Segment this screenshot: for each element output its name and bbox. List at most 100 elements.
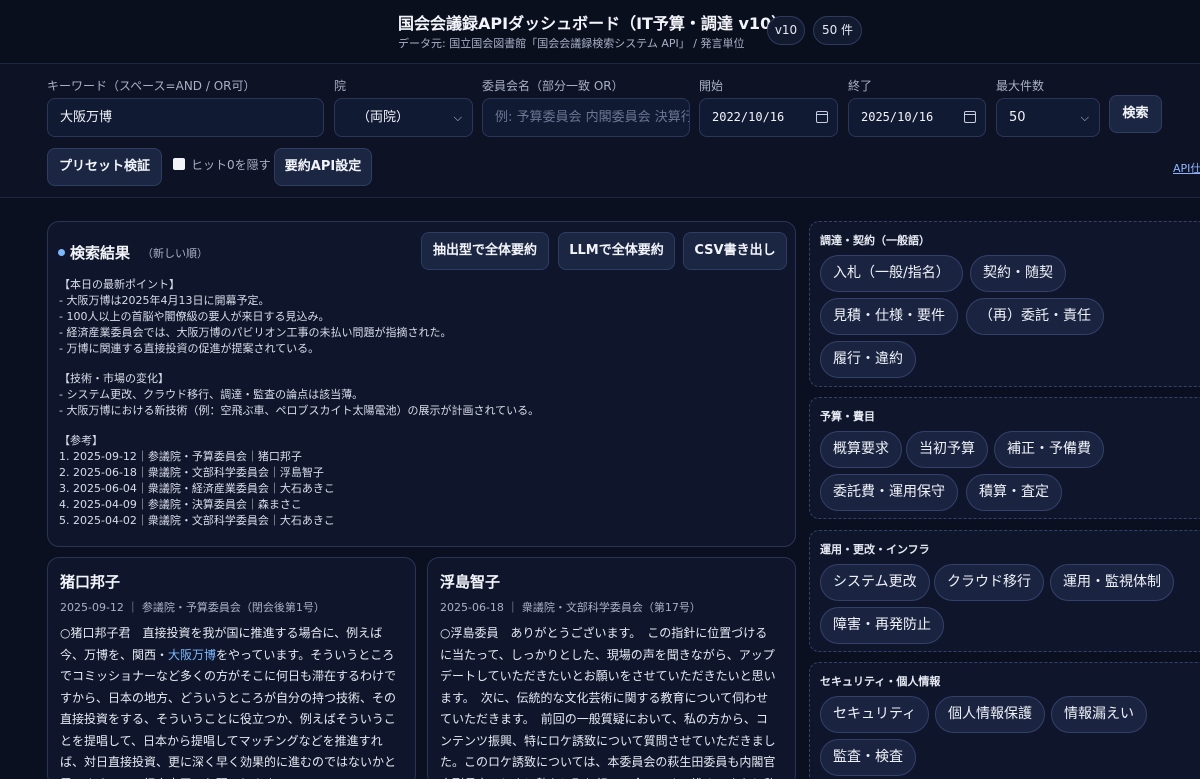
calendar-icon[interactable] <box>816 111 828 123</box>
category-chip[interactable]: 情報漏えい <box>1051 696 1147 733</box>
category-chip[interactable]: システム更改 <box>820 564 930 601</box>
llm-summary-button[interactable]: LLMで全体要約 <box>558 232 675 270</box>
speech-line: すから、日本の地方、どういうところが自分の持つ技術、その <box>60 688 406 710</box>
speech-text: た。このロケ誘致については、本委員会の萩生田委員も内閣官 <box>440 755 776 769</box>
category-chip[interactable]: 委託費・運用保守 <box>820 474 958 511</box>
results-panel: 検索結果 （新しい順） 抽出型で全体要約 LLMで全体要約 CSV書き出し 【本… <box>47 221 796 547</box>
house-label: 院 <box>334 79 347 93</box>
version-badge: v10 <box>767 16 805 45</box>
speech-line: 思いますので、経産大臣、お願いします。 <box>60 774 406 779</box>
summary-line: 2. 2025-06-18｜衆議院・文部科学委員会｜浮島智子 <box>59 466 324 479</box>
speech-text: 直接投資をする、そういうことに役立つか、例えばそういうこ <box>60 712 396 726</box>
speech-text: でコミッショナーなど多くの方がそこに何日も滞在するわけで <box>60 669 397 683</box>
start-date-label: 開始 <box>699 79 724 93</box>
keyword-input[interactable]: 大阪万博 <box>47 98 324 137</box>
max-count-label: 最大件数 <box>996 79 1045 93</box>
speech-line: デートしていただきたいとお願いをさせていただきたいと思い <box>440 666 786 688</box>
keyword-label: キーワード（スペース=AND / OR可） <box>47 79 256 93</box>
category-title: 運用・更改・インフラ <box>820 543 930 556</box>
status-dot <box>58 249 65 256</box>
speech-line: 房副長官のときに熱心に取り組み、今ここまで進んできたと私 <box>440 774 786 779</box>
house-select[interactable]: （両院） ⌵ <box>334 98 473 137</box>
chevron-down-icon: ⌵ <box>453 111 462 124</box>
speech-body: ○浮島委員 ありがとうございます。 この指針に位置づける に当たって、しっかりとし… <box>440 623 786 779</box>
max-count-value: 50 <box>1009 110 1026 125</box>
category-chip[interactable]: セキュリティ <box>820 696 930 733</box>
summary-line: 【技術・市場の変化】 <box>59 372 169 385</box>
category-chip[interactable]: 当初予算 <box>906 431 988 468</box>
category-panel: セキュリティ・個人情報 セキュリティ 個人情報保護 情報漏えい監査・検査 <box>809 662 1200 779</box>
speech-meta: 2025-09-12 ｜ 参議院・予算委員会（閉会後第1号） <box>60 601 325 614</box>
summary-line: 3. 2025-06-04｜衆議院・経済産業委員会｜大石あきこ <box>59 482 335 495</box>
search-button[interactable]: 検索 <box>1109 95 1162 133</box>
results-order: （新しい順） <box>142 247 208 260</box>
end-date-input[interactable]: 2025/10/16 <box>848 98 986 137</box>
preset-verify-button[interactable]: プリセット検証 <box>47 148 162 186</box>
speech-line: た。このロケ誘致については、本委員会の萩生田委員も内閣官 <box>440 752 786 774</box>
summary-line: - システム更改、クラウド移行、調達・監査の論点は該当薄。 <box>59 388 364 401</box>
summary-line: 5. 2025-04-02｜衆議院・文部科学委員会｜大石あきこ <box>59 514 335 527</box>
speech-body: ○猪口邦子君 直接投資を我が国に推進する場合に、例えば 今、万博を、関西・大阪万博… <box>60 623 406 779</box>
end-date-label: 終了 <box>848 79 873 93</box>
category-chip[interactable]: 障害・再発防止 <box>820 607 944 644</box>
summary-line: 1. 2025-09-12｜参議院・予算委員会｜猪口邦子 <box>59 450 302 463</box>
summary-text: 【本日の最新ポイント】 - 大阪万博は2025年4月13日に開幕予定。 - 100人… <box>59 277 779 529</box>
committee-label: 委員会名（部分一致 OR） <box>482 79 624 93</box>
speech-line: ます。 次に、伝統的な文化芸術に関する教育について伺わせ <box>440 688 786 710</box>
summary-line: 【本日の最新ポイント】 <box>59 278 180 291</box>
category-panel: 調達・契約（一般語） 入札（一般/指名） 契約・随契 見積・仕様・要件 （再）委託・責… <box>809 221 1200 387</box>
speech-line: ○猪口邦子君 直接投資を我が国に推進する場合に、例えば <box>60 623 406 645</box>
checkbox-box[interactable] <box>173 158 185 170</box>
speech-line: ○浮島委員 ありがとうございます。 この指針に位置づける <box>440 623 786 645</box>
hide-zero-label: ヒット0を隠す <box>191 158 271 172</box>
speech-text: ば、対日直接投資、更に深く早く効果的に進むのではないかと <box>60 755 397 769</box>
category-chip[interactable]: 運用・監視体制 <box>1050 564 1174 601</box>
calendar-icon[interactable] <box>964 111 976 123</box>
committee-input[interactable]: 例: 予算委員会 内閣委員会 決算行 <box>482 98 690 137</box>
summary-api-settings-button[interactable]: 要約API設定 <box>274 148 372 186</box>
category-title: セキュリティ・個人情報 <box>820 675 941 688</box>
category-chip[interactable]: 契約・随契 <box>970 255 1066 292</box>
speech-card: 猪口邦子 2025-09-12 ｜ 参議院・予算委員会（閉会後第1号） ○猪口邦… <box>47 557 416 779</box>
summary-line: - 大阪万博は2025年4月13日に開幕予定。 <box>59 294 270 307</box>
category-chip[interactable]: 履行・違約 <box>820 341 916 378</box>
speech-line: ンテンツ振興、特にロケ誘致について質問させていただきまし <box>440 731 786 753</box>
keyword-highlight: 大阪万博 <box>168 647 217 662</box>
summary-line: 【参考】 <box>59 434 103 447</box>
speech-text: をやっています。そういうところ <box>216 647 395 662</box>
category-chip[interactable]: 監査・検査 <box>820 739 916 776</box>
api-spec-link[interactable]: API仕 <box>1173 160 1200 176</box>
speech-text: ていただきます。 前回の一般質疑において、私の方から、コ <box>440 712 768 726</box>
category-chip[interactable]: クラウド移行 <box>934 564 1044 601</box>
result-count-badge: 50 件 <box>813 16 862 45</box>
category-chip[interactable]: 積算・査定 <box>966 474 1062 511</box>
app-header: 国会会議録APIダッシュボード（IT予算・調達 v10） データ元: 国立国会図… <box>0 0 1200 64</box>
speech-line: でコミッショナーなど多くの方がそこに何日も滞在するわけで <box>60 666 406 688</box>
data-source-subtitle: データ元: 国立国会図書館「国会会議録検索システム API」 / 発言単位 <box>398 37 745 50</box>
category-chip[interactable]: 見積・仕様・要件 <box>820 298 958 335</box>
speech-text: ○猪口邦子君 直接投資を我が国に推進する場合に、例えば <box>60 626 383 640</box>
speech-text: すから、日本の地方、どういうところが自分の持つ技術、その <box>60 690 397 705</box>
category-chip[interactable]: 個人情報保護 <box>935 696 1045 733</box>
hide-zero-checkbox[interactable]: ヒット0を隠す <box>173 156 271 172</box>
summary-line: - 100人以上の首脳や閣僚級の要人が来日する見込み。 <box>59 310 330 323</box>
results-title: 検索結果 <box>70 244 131 262</box>
speech-text: とを提唱して、日本から提唱してマッチングなどを推進すれ <box>60 733 383 748</box>
chevron-down-icon: ⌵ <box>1080 111 1089 124</box>
extractive-summary-button[interactable]: 抽出型で全体要約 <box>421 232 549 270</box>
start-date-input[interactable]: 2022/10/16 <box>699 98 838 137</box>
max-count-select[interactable]: 50 ⌵ <box>996 98 1100 137</box>
category-title: 予算・費目 <box>820 410 875 423</box>
speaker-name: 猪口邦子 <box>60 573 121 591</box>
category-chip[interactable]: 補正・予備費 <box>994 431 1104 468</box>
category-chip[interactable]: 入札（一般/指名） <box>820 255 963 292</box>
speech-line: ていただきます。 前回の一般質疑において、私の方から、コ <box>440 709 786 731</box>
category-chip[interactable]: 概算要求 <box>820 431 902 468</box>
category-panel: 運用・更改・インフラ システム更改 クラウド移行 運用・監視体制障害・再発防止 <box>809 530 1200 652</box>
category-chip[interactable]: （再）委託・責任 <box>966 298 1104 335</box>
csv-export-button[interactable]: CSV書き出し <box>683 232 787 270</box>
summary-line: 4. 2025-04-09｜参議院・決算委員会｜森まさこ <box>59 498 302 511</box>
summary-line <box>59 357 779 371</box>
speech-text: デートしていただきたいとお願いをさせていただきたいと思い <box>440 669 776 683</box>
speech-text: ○浮島委員 ありがとうございます。 この指針に位置づける <box>440 626 768 640</box>
